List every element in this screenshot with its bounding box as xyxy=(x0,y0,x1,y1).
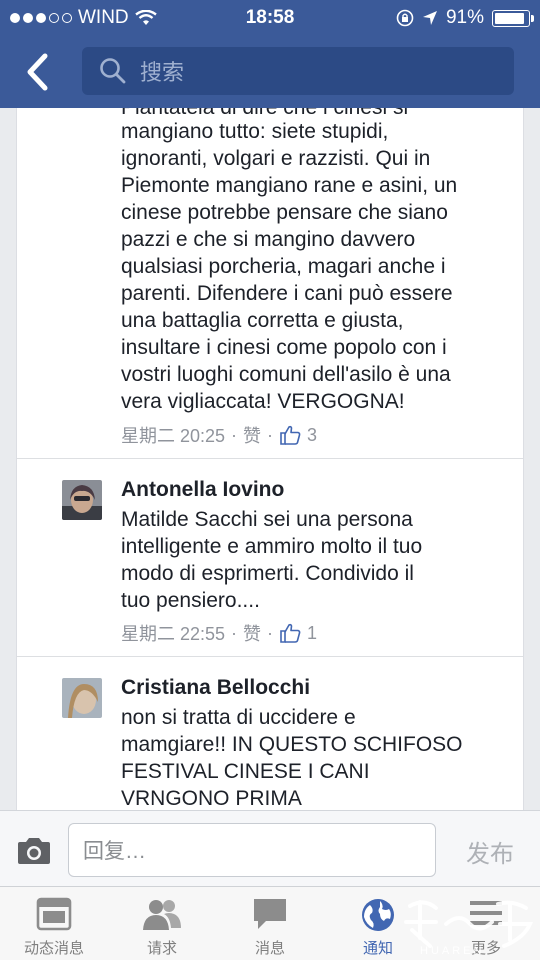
tab-bar: 动态消息 请求 消息 通知 更多 xyxy=(0,886,540,960)
camera-icon xyxy=(18,838,50,864)
reply-placeholder: 回复… xyxy=(83,840,146,863)
tab-notifications[interactable]: 通知 xyxy=(324,887,432,960)
reply-input[interactable]: 回复… xyxy=(68,823,436,877)
tab-label: 动态消息 xyxy=(23,940,84,957)
comment-timestamp: 星期二 20:25 xyxy=(121,426,226,446)
divider xyxy=(17,656,523,657)
chevron-left-icon xyxy=(27,53,48,91)
like-button[interactable]: 赞 xyxy=(243,620,261,646)
thumbs-up-icon[interactable] xyxy=(279,623,301,643)
comment-timestamp: 星期二 22:55 xyxy=(121,624,226,644)
comment-meta: 星期二 20:25 · 赞 · 3 xyxy=(121,422,317,448)
location-icon xyxy=(422,11,437,25)
rotation-lock-icon xyxy=(396,9,414,27)
comment-text: Matilde Sacchi sei una persona intellige… xyxy=(121,508,423,612)
divider xyxy=(17,458,523,459)
status-bar: WIND 18:58 91% xyxy=(0,0,540,36)
comment-author[interactable]: Antonella Iovino xyxy=(121,478,284,502)
camera-button[interactable] xyxy=(16,837,52,870)
comment-meta: 星期二 22:55 · 赞 · 1 xyxy=(121,620,317,646)
avatar[interactable] xyxy=(62,678,102,718)
comments-list[interactable]: Piantatela di dire che i cinesi si mangi… xyxy=(16,108,524,810)
tab-label: 更多 xyxy=(470,940,501,957)
comment-author[interactable]: Cristiana Bellocchi xyxy=(121,676,310,700)
tab-label: 通知 xyxy=(362,940,393,957)
battery-icon xyxy=(492,9,534,27)
back-button[interactable] xyxy=(18,50,58,94)
tab-label: 请求 xyxy=(146,940,177,957)
top-bar: WIND 18:58 91% 搜索 xyxy=(0,0,540,108)
search-input[interactable]: 搜索 xyxy=(82,47,514,95)
thumbs-up-icon[interactable] xyxy=(279,425,301,445)
search-icon xyxy=(100,58,126,84)
send-button[interactable]: 发布 xyxy=(452,834,528,869)
news-feed-icon xyxy=(36,897,72,931)
reply-bar: 回复… 发布 xyxy=(0,810,540,886)
comment-text: mangiano tutto: siete stupidi, ignoranti… xyxy=(121,120,458,413)
tab-requests[interactable]: 请求 xyxy=(108,887,216,960)
messages-icon xyxy=(254,899,286,929)
tab-messages[interactable]: 消息 xyxy=(216,887,324,960)
like-count: 1 xyxy=(307,622,318,643)
tab-news-feed[interactable]: 动态消息 xyxy=(0,887,108,960)
battery-percent: 91% xyxy=(445,7,484,28)
friend-requests-icon xyxy=(143,900,181,930)
avatar[interactable] xyxy=(62,480,102,520)
like-count: 3 xyxy=(307,424,318,445)
tab-label: 消息 xyxy=(254,940,285,957)
comment-text: non si tratta di uccidere e mamgiare!! I… xyxy=(121,706,463,810)
status-right: 91% xyxy=(396,7,534,29)
globe-icon xyxy=(362,899,394,931)
search-placeholder: 搜索 xyxy=(140,60,185,85)
tab-more[interactable]: 更多 xyxy=(432,887,540,960)
menu-icon xyxy=(470,901,502,925)
like-button[interactable]: 赞 xyxy=(243,422,261,448)
